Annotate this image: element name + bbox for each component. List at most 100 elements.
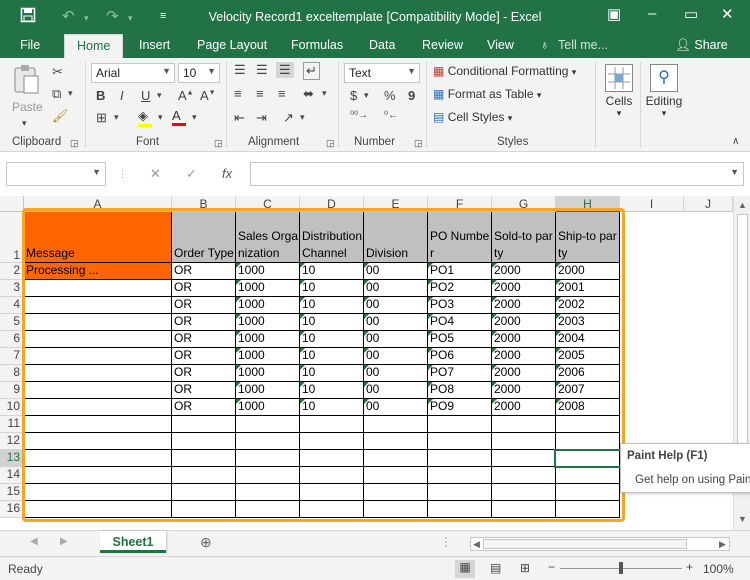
restore-icon[interactable]: ▭ xyxy=(684,5,698,23)
table-cell[interactable]: 2002 xyxy=(556,297,620,314)
table-cell[interactable]: 1000 xyxy=(236,263,300,280)
empty-cell[interactable] xyxy=(172,467,236,484)
share-button[interactable]: 👤︎ Share xyxy=(675,36,747,56)
number-format-combo[interactable]: Text ▼ xyxy=(344,63,420,83)
alignment-launcher-icon[interactable]: ◲ xyxy=(326,138,335,149)
zoom-slider[interactable] xyxy=(560,562,682,574)
table-cell[interactable]: 2006 xyxy=(556,365,620,382)
header-cell-message[interactable]: Message xyxy=(24,212,172,263)
table-cell[interactable]: 2007 xyxy=(556,382,620,399)
row-header[interactable]: 13 xyxy=(0,450,24,467)
tab-data[interactable]: Data xyxy=(369,38,395,52)
row-header[interactable]: 8 xyxy=(0,365,24,382)
empty-cell[interactable] xyxy=(492,433,556,450)
table-cell[interactable]: OR xyxy=(172,399,236,416)
empty-cell[interactable] xyxy=(428,484,492,501)
horizontal-scrollbar[interactable]: ◀ ▶ xyxy=(470,537,730,551)
empty-cell[interactable] xyxy=(492,467,556,484)
row-header[interactable]: 6 xyxy=(0,331,24,348)
row-header[interactable]: 5 xyxy=(0,314,24,331)
prev-sheet-icon[interactable]: ◀ xyxy=(30,536,38,547)
empty-cell[interactable] xyxy=(428,416,492,433)
empty-cell[interactable] xyxy=(24,501,172,518)
zoom-out-icon[interactable]: − xyxy=(548,560,555,574)
empty-cell[interactable] xyxy=(364,433,428,450)
table-cell[interactable]: OR xyxy=(172,297,236,314)
copy-icon[interactable]: ⧉ xyxy=(52,86,61,102)
empty-cell[interactable] xyxy=(24,467,172,484)
merge-center-icon[interactable]: ⬌ xyxy=(303,86,314,102)
scroll-thumb[interactable] xyxy=(737,214,748,446)
empty-cell[interactable] xyxy=(172,416,236,433)
enter-icon[interactable]: ✓ xyxy=(186,166,197,182)
name-box[interactable]: ▼ xyxy=(6,162,106,186)
table-cell[interactable]: 00 xyxy=(364,297,428,314)
underline-dropdown-icon[interactable]: ▾ xyxy=(157,90,162,101)
tab-home[interactable]: Home xyxy=(64,34,124,58)
row-header[interactable]: 12 xyxy=(0,433,24,450)
align-middle-icon[interactable]: ☰ xyxy=(256,62,268,78)
empty-cell[interactable] xyxy=(364,450,428,467)
empty-cell[interactable] xyxy=(24,450,172,467)
scroll-up-icon[interactable]: ▲ xyxy=(738,200,747,210)
borders-dropdown-icon[interactable]: ▾ xyxy=(114,112,119,123)
scroll-left-icon[interactable]: ◀ xyxy=(473,539,480,550)
tab-review[interactable]: Review xyxy=(422,38,463,52)
decrease-decimal-icon[interactable]: ⁰← xyxy=(384,110,398,121)
column-header[interactable]: J xyxy=(684,196,733,212)
header-cell-ship-to-party[interactable]: Ship-to party xyxy=(556,212,620,263)
merge-dropdown-icon[interactable]: ▾ xyxy=(322,88,327,99)
header-cell-distribution-channel[interactable]: Distribution Channel xyxy=(300,212,364,263)
align-left-icon[interactable]: ≡ xyxy=(234,86,242,101)
table-cell[interactable]: 1000 xyxy=(236,365,300,382)
table-cell[interactable]: PO8 xyxy=(428,382,492,399)
close-icon[interactable]: ✕ xyxy=(721,5,734,23)
zoom-in-icon[interactable]: + xyxy=(686,560,693,574)
table-cell[interactable]: 00 xyxy=(364,331,428,348)
increase-indent-icon[interactable]: ⇥ xyxy=(256,110,267,126)
italic-icon[interactable]: I xyxy=(120,88,124,103)
hscroll-thumb[interactable] xyxy=(483,539,687,549)
table-cell[interactable]: 2000 xyxy=(492,348,556,365)
empty-cell[interactable] xyxy=(300,450,364,467)
orientation-icon[interactable]: ↗ xyxy=(283,110,294,126)
insert-function-icon[interactable]: fx xyxy=(222,166,232,181)
table-cell[interactable]: 00 xyxy=(364,314,428,331)
table-cell[interactable]: 10 xyxy=(300,280,364,297)
scroll-right-icon[interactable]: ▶ xyxy=(719,539,726,550)
empty-cell[interactable] xyxy=(236,484,300,501)
table-cell[interactable]: 00 xyxy=(364,263,428,280)
row-header[interactable]: 7 xyxy=(0,348,24,365)
cells-button[interactable]: Cells ▾ xyxy=(603,62,635,142)
row-header[interactable]: 15 xyxy=(0,484,24,501)
formula-input[interactable]: ▼ xyxy=(250,162,744,186)
fill-dropdown-icon[interactable]: ▾ xyxy=(158,112,163,123)
align-bottom-icon[interactable]: ☰ xyxy=(276,62,294,78)
empty-cell[interactable] xyxy=(556,484,620,501)
cell-styles-button[interactable]: ▤ Cell Styles ▾ xyxy=(433,110,512,124)
table-cell[interactable]: 10 xyxy=(300,365,364,382)
scroll-down-icon[interactable]: ▼ xyxy=(738,514,747,524)
zoom-slider-thumb[interactable] xyxy=(619,562,623,574)
cut-icon[interactable]: ✂ xyxy=(52,64,63,80)
table-cell[interactable]: 2000 xyxy=(492,331,556,348)
select-all-corner[interactable] xyxy=(0,196,24,212)
add-sheet-icon[interactable]: ⊕ xyxy=(200,534,212,551)
borders-icon[interactable]: ⊞ xyxy=(96,110,107,126)
empty-cell[interactable] xyxy=(24,433,172,450)
empty-cell[interactable] xyxy=(492,450,556,467)
table-cell[interactable]: 10 xyxy=(300,348,364,365)
empty-cell[interactable] xyxy=(300,416,364,433)
zoom-level[interactable]: 100% xyxy=(703,562,734,576)
table-cell[interactable]: 10 xyxy=(300,297,364,314)
table-cell[interactable]: 1000 xyxy=(236,331,300,348)
clipboard-launcher-icon[interactable]: ◲ xyxy=(70,138,79,149)
table-cell[interactable]: PO3 xyxy=(428,297,492,314)
increase-font-icon[interactable]: A▲ xyxy=(178,88,194,103)
cancel-icon[interactable]: ✕ xyxy=(150,166,161,182)
table-cell[interactable]: Processing ... xyxy=(24,263,172,280)
empty-cell[interactable] xyxy=(556,433,620,450)
align-top-icon[interactable]: ☰ xyxy=(234,62,246,78)
empty-cell[interactable] xyxy=(428,501,492,518)
table-cell[interactable] xyxy=(24,280,172,297)
